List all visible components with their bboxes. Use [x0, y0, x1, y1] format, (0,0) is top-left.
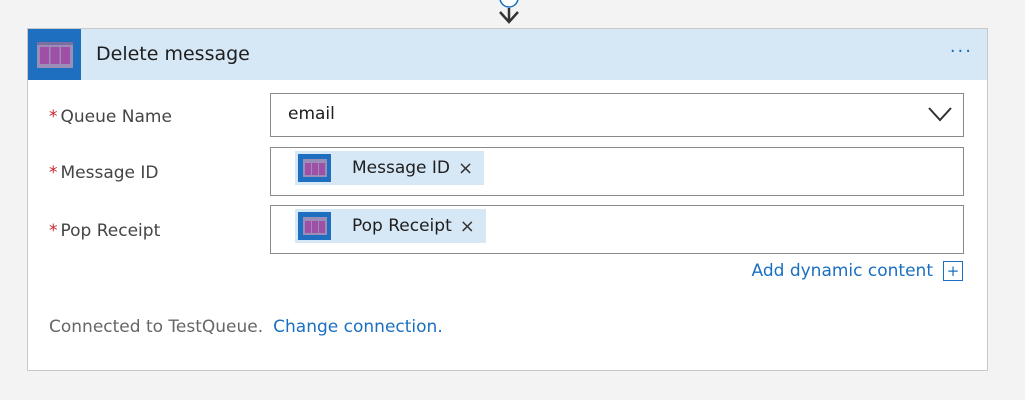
pop-receipt-token[interactable]: Pop Receipt ×	[295, 209, 486, 243]
connection-status: Connected to TestQueue.	[49, 317, 264, 337]
pop-receipt-token-label: Pop Receipt	[352, 216, 452, 236]
required-marker: *	[49, 221, 58, 241]
add-dynamic-content-link[interactable]: Add dynamic content +	[752, 261, 963, 281]
arrow-down-icon	[499, 0, 519, 24]
pop-receipt-label: * Pop Receipt	[49, 221, 160, 241]
pop-receipt-label-text: Pop Receipt	[60, 221, 161, 241]
required-marker: *	[49, 163, 58, 183]
message-id-field[interactable]: Message ID ×	[270, 147, 964, 196]
connection-footer: Connected to TestQueue. Change connection…	[49, 317, 443, 337]
delete-message-card: Delete message ··· * Queue Name email * Me…	[27, 28, 988, 371]
message-id-label: * Message ID	[49, 163, 159, 183]
queue-name-label-text: Queue Name	[60, 107, 172, 127]
required-marker: *	[49, 107, 58, 127]
storage-queue-icon	[28, 29, 81, 80]
chevron-down-icon[interactable]	[927, 105, 953, 123]
card-header[interactable]: Delete message ···	[28, 29, 987, 80]
plus-icon[interactable]: +	[943, 261, 963, 281]
remove-token-icon[interactable]: ×	[458, 158, 473, 179]
storage-queue-icon	[298, 154, 331, 182]
card-title: Delete message	[96, 43, 250, 65]
pop-receipt-field[interactable]: Pop Receipt ×	[270, 205, 964, 254]
message-id-token[interactable]: Message ID ×	[295, 151, 485, 185]
storage-queue-icon	[298, 212, 331, 240]
queue-name-dropdown[interactable]: email	[270, 93, 964, 137]
message-id-label-text: Message ID	[60, 163, 159, 183]
add-dynamic-content-label: Add dynamic content	[751, 261, 933, 281]
queue-name-label: * Queue Name	[49, 107, 172, 127]
change-connection-link[interactable]: Change connection.	[273, 317, 443, 337]
more-options-icon[interactable]: ···	[950, 41, 973, 62]
remove-token-icon[interactable]: ×	[460, 216, 475, 237]
message-id-token-label: Message ID	[352, 158, 451, 178]
queue-name-value: email	[288, 104, 335, 124]
